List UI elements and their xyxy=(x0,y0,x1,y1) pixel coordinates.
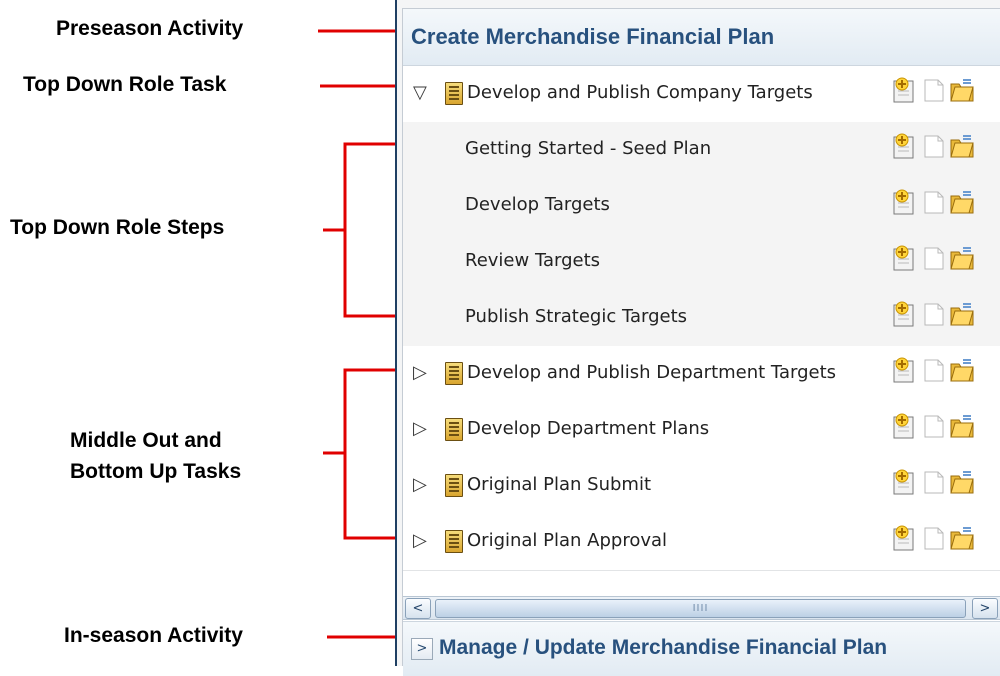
open-folder-icon[interactable] xyxy=(949,524,975,552)
task-label[interactable]: Develop and Publish Department Targets xyxy=(467,362,836,384)
step-row[interactable]: Develop Targets xyxy=(403,178,1000,235)
new-document-icon[interactable] xyxy=(891,76,917,104)
open-folder-icon[interactable] xyxy=(949,188,975,216)
annotation-in-season-activity: In-season Activity xyxy=(64,624,243,647)
task-document-icon xyxy=(445,418,463,441)
row-actions xyxy=(891,244,976,276)
collapse-triangle-icon[interactable]: ▽ xyxy=(413,83,427,103)
task-label[interactable]: Develop Department Plans xyxy=(467,418,709,440)
step-row[interactable]: Getting Started - Seed Plan xyxy=(403,122,1000,179)
activity-header[interactable]: Create Merchandise Financial Plan xyxy=(403,9,1000,66)
step-row[interactable]: Review Targets xyxy=(403,234,1000,291)
scroll-right-button[interactable]: > xyxy=(972,598,998,619)
blank-page-icon[interactable] xyxy=(921,244,947,272)
blank-page-icon[interactable] xyxy=(921,356,947,384)
open-folder-icon[interactable] xyxy=(949,356,975,384)
blank-page-icon[interactable] xyxy=(921,188,947,216)
open-folder-icon[interactable] xyxy=(949,468,975,496)
expand-triangle-icon[interactable]: ▷ xyxy=(413,475,427,495)
row-actions xyxy=(891,468,976,500)
open-folder-icon[interactable] xyxy=(949,412,975,440)
open-folder-icon[interactable] xyxy=(949,244,975,272)
task-label[interactable]: Develop and Publish Company Targets xyxy=(467,82,813,104)
step-label[interactable]: Getting Started - Seed Plan xyxy=(465,138,711,160)
callout-bracket-top-down-steps xyxy=(343,142,398,318)
task-panel: Create Merchandise Financial Plan ▽ Devel… xyxy=(395,0,1000,676)
new-document-icon[interactable] xyxy=(891,356,917,384)
blank-page-icon[interactable] xyxy=(921,300,947,328)
in-season-activity-header[interactable]: > Manage / Update Merchandise Financial … xyxy=(403,621,1000,676)
task-document-icon xyxy=(445,530,463,553)
open-folder-icon[interactable] xyxy=(949,76,975,104)
open-folder-icon[interactable] xyxy=(949,132,975,160)
new-document-icon[interactable] xyxy=(891,524,917,552)
new-document-icon[interactable] xyxy=(891,468,917,496)
row-actions xyxy=(891,132,976,164)
new-document-icon[interactable] xyxy=(891,300,917,328)
expand-triangle-icon[interactable]: ▷ xyxy=(413,363,427,383)
task-panel-body: Create Merchandise Financial Plan ▽ Devel… xyxy=(402,8,1000,676)
new-document-icon[interactable] xyxy=(891,244,917,272)
step-label[interactable]: Review Targets xyxy=(465,250,600,272)
annotation-middle-out-bottom-up: Middle Out and Bottom Up Tasks xyxy=(70,429,242,483)
activity-header-title[interactable]: Create Merchandise Financial Plan xyxy=(411,24,774,50)
blank-page-icon[interactable] xyxy=(921,468,947,496)
annotation-top-down-role-steps: Top Down Role Steps xyxy=(10,216,225,239)
expand-triangle-icon[interactable]: ▷ xyxy=(413,531,427,551)
new-document-icon[interactable] xyxy=(891,412,917,440)
task-document-icon xyxy=(445,82,463,105)
task-row[interactable]: ▽ Develop and Publish Company Targets xyxy=(403,66,1000,123)
scroll-left-button[interactable]: < xyxy=(405,598,431,619)
expand-triangle-icon[interactable]: ▷ xyxy=(413,419,427,439)
expand-activity-button[interactable]: > xyxy=(411,638,433,660)
annotation-top-down-role-task: Top Down Role Task xyxy=(23,73,227,96)
blank-page-icon[interactable] xyxy=(921,132,947,160)
row-actions xyxy=(891,300,976,332)
scrollbar-thumb[interactable]: IIII xyxy=(435,599,966,618)
row-actions xyxy=(891,524,976,556)
task-row[interactable]: ▷ Develop and Publish Department Targets xyxy=(403,346,1000,403)
row-actions xyxy=(891,356,976,388)
row-actions xyxy=(891,412,976,444)
annotation-preseason-activity: Preseason Activity xyxy=(56,17,244,40)
task-row[interactable]: ▷ Original Plan Approval xyxy=(403,514,1000,571)
task-row[interactable]: ▷ Develop Department Plans xyxy=(403,402,1000,459)
blank-page-icon[interactable] xyxy=(921,524,947,552)
step-label[interactable]: Publish Strategic Targets xyxy=(465,306,687,328)
task-document-icon xyxy=(445,362,463,385)
callout-bracket-middle-out xyxy=(343,368,398,540)
new-document-icon[interactable] xyxy=(891,132,917,160)
row-actions xyxy=(891,188,976,220)
task-document-icon xyxy=(445,474,463,497)
horizontal-scrollbar[interactable]: < IIII > xyxy=(403,596,1000,620)
task-row[interactable]: ▷ Original Plan Submit xyxy=(403,458,1000,515)
in-season-activity-title[interactable]: Manage / Update Merchandise Financial Pl… xyxy=(439,636,887,660)
new-document-icon[interactable] xyxy=(891,188,917,216)
scrollbar-grip-icon: IIII xyxy=(692,603,709,614)
blank-page-icon[interactable] xyxy=(921,412,947,440)
row-actions xyxy=(891,76,976,108)
task-label[interactable]: Original Plan Submit xyxy=(467,474,651,496)
blank-page-icon[interactable] xyxy=(921,76,947,104)
open-folder-icon[interactable] xyxy=(949,300,975,328)
step-label[interactable]: Develop Targets xyxy=(465,194,610,216)
step-row[interactable]: Publish Strategic Targets xyxy=(403,290,1000,347)
task-label[interactable]: Original Plan Approval xyxy=(467,530,667,552)
